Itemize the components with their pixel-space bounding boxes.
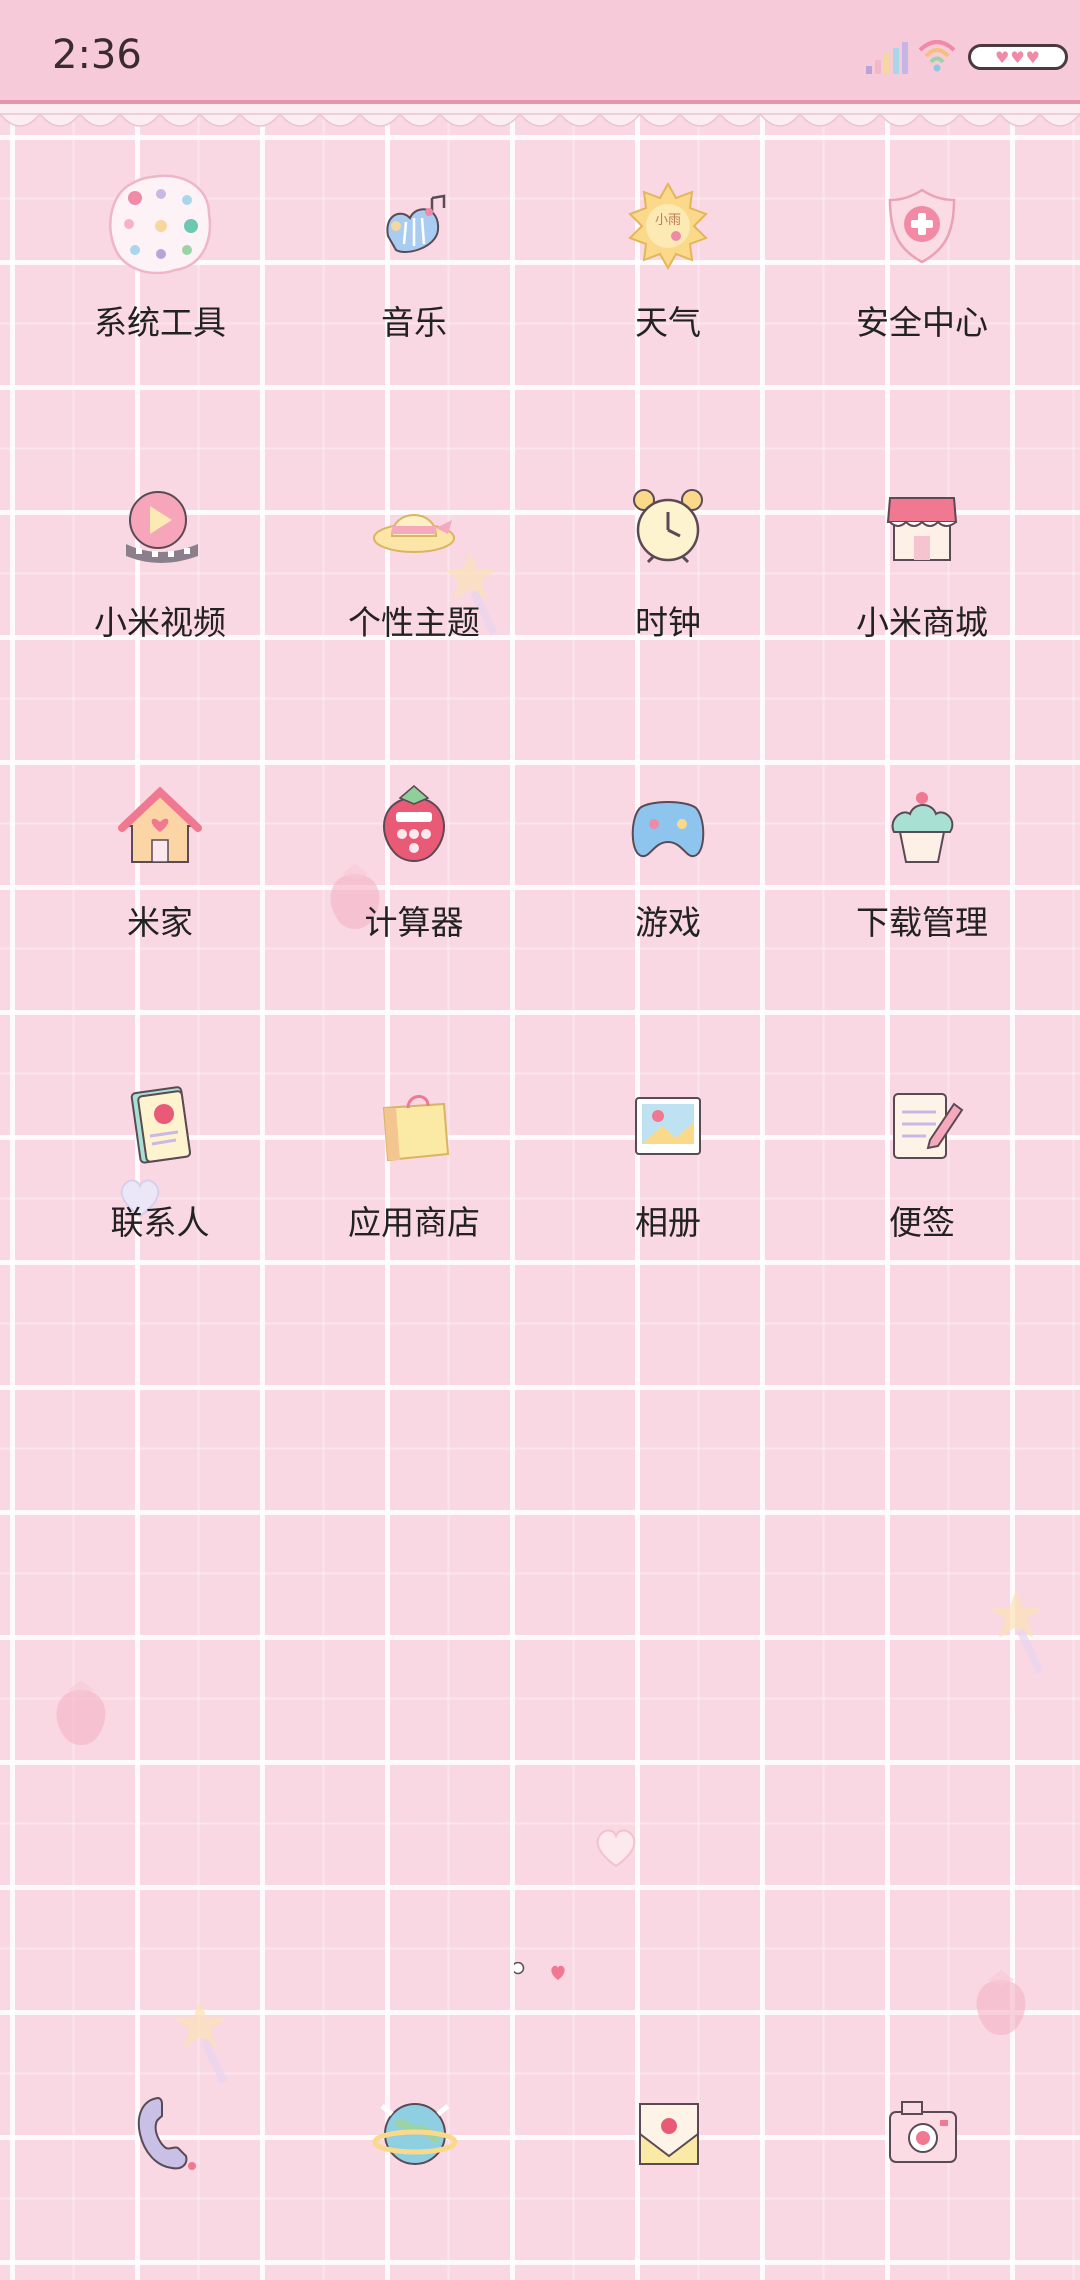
notebook-icon <box>130 1086 191 1164</box>
app-calculator[interactable]: 计算器 <box>287 778 541 978</box>
app-notes[interactable]: 便签 <box>795 1078 1049 1278</box>
app-row-4: 联系人 应用商店 相册 便签 <box>0 1078 1080 1278</box>
dock <box>0 2090 1080 2200</box>
shopping-bag-icon <box>382 1095 450 1162</box>
app-row-3: 米家 计算器 游戏 下载管理 <box>0 778 1080 978</box>
app-system-tools[interactable]: 系统工具 <box>33 174 287 378</box>
app-weather[interactable]: 小雨 天气 <box>541 178 795 378</box>
wifi-icon <box>918 40 956 72</box>
shop-icon <box>886 497 958 561</box>
strawberry-decoration <box>976 1970 1026 2035</box>
gamepad-icon <box>631 801 705 858</box>
sun-weather-icon: 小雨 <box>628 181 708 271</box>
star-wand-decoration <box>990 1590 1044 1674</box>
lace-border <box>0 104 1080 127</box>
app-contacts[interactable]: 联系人 <box>33 1078 287 1278</box>
app-mi-home[interactable]: 米家 <box>33 778 287 978</box>
status-bar: 2:36 ♥♥♥ <box>0 0 1080 104</box>
cupcake-icon <box>891 792 954 863</box>
video-play-icon <box>126 491 198 563</box>
app-label: 游戏 <box>635 903 701 942</box>
photo-icon <box>635 1097 701 1155</box>
status-time: 2:36 <box>52 32 142 78</box>
app-label: 相册 <box>635 1203 701 1242</box>
app-clock[interactable]: 时钟 <box>541 478 795 678</box>
note-pencil-icon <box>893 1093 964 1159</box>
app-security-center[interactable]: 安全中心 <box>795 178 1049 378</box>
app-label: 应用商店 <box>348 1203 480 1242</box>
app-row-2: 小米视频 个性主题 时钟 小米商城 <box>0 478 1080 678</box>
sun-hat-icon <box>373 514 455 553</box>
page-indicator[interactable] <box>514 1962 574 1986</box>
app-mi-store[interactable]: 小米商城 <box>795 478 1049 678</box>
strawberry-decoration <box>56 1680 106 1745</box>
app-label: 联系人 <box>110 1203 210 1242</box>
app-label: 天气 <box>635 303 701 342</box>
app-app-store[interactable]: 应用商店 <box>287 1078 541 1278</box>
app-mi-video[interactable]: 小米视频 <box>33 478 287 678</box>
app-downloads[interactable]: 下载管理 <box>795 778 1049 978</box>
weather-icon-text: 小雨 <box>655 213 681 228</box>
app-label: 下载管理 <box>856 903 988 942</box>
app-row-1: 系统工具 音乐 小雨 天气 安全中心 <box>0 174 1080 378</box>
app-label: 小米视频 <box>94 603 226 642</box>
star-wand-decoration <box>174 2000 228 2084</box>
page-dot <box>514 1962 525 1975</box>
app-music[interactable]: 音乐 <box>287 178 541 378</box>
camera-icon[interactable] <box>880 2090 966 2176</box>
shield-icon <box>888 188 956 264</box>
app-gallery[interactable]: 相册 <box>541 1078 795 1278</box>
app-label: 系统工具 <box>94 303 226 342</box>
page-dot-active <box>551 1965 565 1980</box>
signal-icon <box>866 42 908 74</box>
alarm-clock-icon <box>633 489 703 564</box>
app-label: 安全中心 <box>856 303 988 342</box>
folder-icon <box>109 174 212 275</box>
envelope-message-icon[interactable] <box>626 2090 712 2176</box>
app-label: 时钟 <box>635 603 701 642</box>
app-label: 个性主题 <box>348 603 480 642</box>
battery-icon: ♥♥♥ <box>968 44 1068 70</box>
app-label: 计算器 <box>364 903 464 942</box>
phone-icon[interactable] <box>122 2090 208 2176</box>
strawberry-calculator-icon <box>383 785 445 862</box>
heart-decoration <box>596 1829 636 1868</box>
app-label: 米家 <box>127 903 193 942</box>
app-label: 音乐 <box>381 303 447 342</box>
app-themes[interactable]: 个性主题 <box>287 478 541 678</box>
house-icon <box>118 786 202 863</box>
globe-browser-icon[interactable] <box>372 2090 458 2176</box>
app-label: 便签 <box>889 1203 955 1242</box>
app-games[interactable]: 游戏 <box>541 778 795 978</box>
app-label: 小米商城 <box>856 603 988 642</box>
harp-music-icon <box>386 194 446 253</box>
